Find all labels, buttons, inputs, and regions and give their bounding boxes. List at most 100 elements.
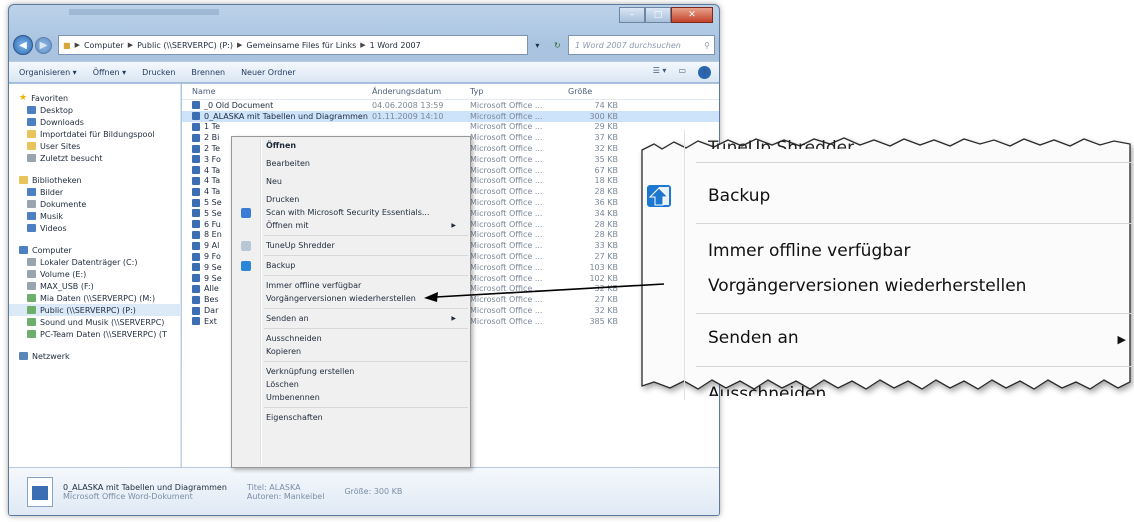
menu-offline[interactable]: Immer offline verfügbar bbox=[232, 279, 470, 292]
nav-label: Bibliotheken bbox=[32, 175, 82, 185]
menu-restore[interactable]: Vorgängerversionen wiederherstellen bbox=[232, 292, 470, 305]
file-name: 3 Fo bbox=[204, 154, 221, 164]
file-size: 385 KB bbox=[589, 316, 618, 326]
back-button[interactable]: ◀ bbox=[13, 35, 33, 55]
menu-delete[interactable]: Löschen bbox=[232, 378, 470, 391]
close-button[interactable]: ✕ bbox=[671, 7, 713, 23]
view-icon[interactable]: ☰ ▾ bbox=[653, 66, 667, 79]
zoom-cut-cut: Ausschneiden bbox=[708, 384, 827, 400]
help-icon[interactable]: ? bbox=[698, 65, 711, 79]
network-icon bbox=[19, 352, 28, 360]
nav-pc-team[interactable]: PC-Team Daten (\\SERVERPC) (T bbox=[9, 328, 180, 340]
file-name: 2 Te bbox=[204, 144, 221, 154]
menu-open-with[interactable]: Öffnen mit ▶ bbox=[232, 219, 470, 232]
menu-send-to[interactable]: Senden an ▶ bbox=[232, 312, 470, 325]
nav-sound-musik[interactable]: Sound und Musik (\\SERVERPC) bbox=[9, 316, 180, 328]
menu-separator bbox=[264, 235, 468, 236]
nav-drive-f[interactable]: MAX_USB (F:) bbox=[9, 280, 180, 292]
column-name[interactable]: Name bbox=[182, 87, 372, 96]
nav-recent[interactable]: Zuletzt besucht bbox=[9, 152, 180, 164]
file-row[interactable]: _0 Old Document 04.06.2008 13:59 Microsoft… bbox=[182, 100, 719, 111]
file-name: 5 Se bbox=[204, 208, 222, 218]
minimize-button[interactable]: – bbox=[619, 7, 645, 23]
zoomed-menu: TuneUp Shredder Backup Immer offline ver… bbox=[636, 130, 1134, 400]
search-placeholder: 1 Word 2007 durchsuchen bbox=[575, 40, 681, 50]
column-date[interactable]: Änderungsdatum bbox=[372, 87, 470, 96]
nav-computer[interactable]: Computer bbox=[9, 244, 180, 256]
menu-label: Öffnen mit bbox=[266, 221, 309, 230]
forward-button[interactable]: ▶ bbox=[35, 36, 52, 54]
nav-user-sites[interactable]: User Sites bbox=[9, 140, 180, 152]
burn-button[interactable]: Brennen bbox=[191, 68, 225, 77]
zoom-send-to[interactable]: Senden an bbox=[708, 328, 799, 348]
nav-downloads[interactable]: Downloads bbox=[9, 116, 180, 128]
nav-desktop[interactable]: Desktop bbox=[9, 104, 180, 116]
crumb-separator: ▶ bbox=[127, 41, 134, 49]
file-type: Microsoft Office ... bbox=[470, 154, 543, 164]
word-document-icon bbox=[192, 176, 200, 185]
column-size[interactable]: Größe bbox=[568, 87, 618, 96]
search-input[interactable]: 1 Word 2007 durchsuchen ⚲ bbox=[568, 35, 715, 55]
nav-drive-m[interactable]: Mia Daten (\\SERVERPC) (M:) bbox=[9, 292, 180, 304]
zoom-callout: TuneUp Shredder Backup Immer offline ver… bbox=[624, 130, 1134, 400]
preview-pane-icon[interactable]: ▭ bbox=[678, 66, 686, 79]
nav-importdatei[interactable]: Importdatei für Bildungspool bbox=[9, 128, 180, 140]
breadcrumb-word2007[interactable]: 1 Word 2007 bbox=[370, 41, 421, 50]
menu-shredder[interactable]: TuneUp Shredder bbox=[232, 239, 470, 252]
search-icon[interactable]: ⚲ bbox=[704, 41, 710, 50]
nav-music[interactable]: Musik bbox=[9, 210, 180, 222]
menu-backup[interactable]: Backup bbox=[232, 259, 470, 272]
open-button[interactable]: Öffnen ▾ bbox=[93, 68, 126, 77]
menu-label: Kopieren bbox=[266, 347, 302, 356]
zoom-offline[interactable]: Immer offline verfügbar bbox=[708, 241, 910, 261]
nav-drive-c[interactable]: Lokaler Datenträger (C:) bbox=[9, 256, 180, 268]
menu-print[interactable]: Drucken bbox=[232, 193, 470, 206]
print-button[interactable]: Drucken bbox=[142, 68, 175, 77]
word-document-icon bbox=[192, 274, 200, 283]
menu-separator bbox=[264, 407, 468, 408]
menu-label: Backup bbox=[266, 261, 296, 270]
dropdown-icon[interactable]: ▾ bbox=[535, 41, 539, 50]
nav-network[interactable]: Netzwerk bbox=[9, 350, 180, 362]
breadcrumb-public[interactable]: Public (\\SERVERPC) (P:) bbox=[137, 41, 233, 50]
address-bar[interactable]: ■ ▶ Computer ▶ Public (\\SERVERPC) (P:) … bbox=[58, 35, 528, 55]
nav-label: User Sites bbox=[40, 141, 81, 151]
zoom-backup[interactable]: Backup bbox=[708, 186, 770, 206]
breadcrumb-computer[interactable]: Computer bbox=[84, 41, 124, 50]
file-name-cell: 0_ALASKA mit Tabellen und Diagrammen bbox=[182, 112, 372, 121]
nav-pictures[interactable]: Bilder bbox=[9, 186, 180, 198]
menu-edit[interactable]: Bearbeiten bbox=[232, 157, 470, 170]
breadcrumb-gemeinsame[interactable]: Gemeinsame Files für Links bbox=[246, 41, 356, 50]
menu-rename[interactable]: Umbenennen bbox=[232, 391, 470, 404]
nav-documents[interactable]: Dokumente bbox=[9, 198, 180, 210]
file-type: Microsoft Office ... bbox=[470, 306, 543, 316]
nav-drive-p[interactable]: Public (\\SERVERPC) (P:) bbox=[9, 304, 180, 316]
menu-open[interactable]: Öffnen bbox=[232, 139, 470, 152]
nav-favorites[interactable]: ★ Favoriten bbox=[9, 92, 180, 104]
menu-cut[interactable]: Ausschneiden bbox=[232, 332, 470, 345]
zoom-separator bbox=[696, 366, 1134, 367]
menu-properties[interactable]: Eigenschaften bbox=[232, 411, 470, 424]
nav-videos[interactable]: Videos bbox=[9, 222, 180, 234]
nav-libraries[interactable]: Bibliotheken bbox=[9, 174, 180, 186]
new-folder-button[interactable]: Neuer Ordner bbox=[241, 68, 296, 77]
nav-drive-e[interactable]: Volume (E:) bbox=[9, 268, 180, 280]
drive-icon bbox=[27, 270, 36, 278]
menu-create-shortcut[interactable]: Verknüpfung erstellen bbox=[232, 365, 470, 378]
zoom-restore[interactable]: Vorgängerversionen wiederherstellen bbox=[708, 276, 1026, 296]
word-document-icon bbox=[192, 209, 200, 218]
column-type[interactable]: Typ bbox=[470, 87, 568, 96]
refresh-icon[interactable]: ↻ bbox=[554, 41, 561, 50]
maximize-button[interactable]: □ bbox=[645, 7, 671, 23]
organize-button[interactable]: Organisieren ▾ bbox=[19, 68, 77, 77]
menu-scan[interactable]: Scan with Microsoft Security Essentials.… bbox=[232, 206, 470, 219]
column-headers: Name Änderungsdatum Typ Größe bbox=[182, 84, 719, 100]
file-row[interactable]: 0_ALASKA mit Tabellen und Diagrammen 01.1… bbox=[182, 110, 719, 122]
context-menu: Öffnen Bearbeiten Neu Drucken Scan with … bbox=[231, 136, 471, 468]
word-document-icon bbox=[192, 155, 200, 164]
menu-copy[interactable]: Kopieren bbox=[232, 345, 470, 358]
file-name: 9 Se bbox=[204, 262, 222, 272]
menu-new[interactable]: Neu bbox=[232, 175, 470, 188]
word-document-icon bbox=[192, 187, 200, 196]
word-document-icon bbox=[192, 241, 200, 250]
